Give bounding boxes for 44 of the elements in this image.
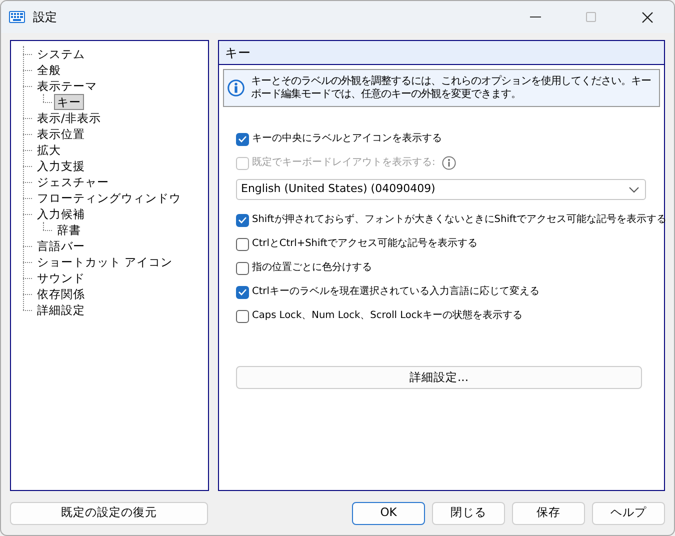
advanced-settings-button[interactable]: 詳細設定... — [236, 366, 642, 389]
tree-item[interactable]: フローティングウィンドウ — [34, 190, 184, 206]
dialog-button[interactable]: 保存 — [512, 502, 585, 524]
checkbox[interactable] — [236, 310, 249, 322]
minimize-icon — [530, 16, 540, 18]
tree-item[interactable]: システム — [34, 46, 88, 62]
tree-item[interactable]: 入力支援 — [34, 158, 88, 174]
checkbox[interactable] — [236, 286, 249, 298]
tree-item[interactable]: 拡大 — [34, 142, 64, 158]
checkbox-label: Ctrlキーのラベルを現在選択されている入力言語に応じて変える — [252, 284, 540, 299]
restore-defaults-button[interactable]: 既定の設定の復元 — [10, 502, 208, 524]
checkbox-label: キーの中央にラベルとアイコンを表示する — [252, 132, 442, 146]
checkbox[interactable] — [236, 132, 249, 146]
tree-item[interactable]: ジェスチャー — [34, 174, 112, 190]
tree-item[interactable]: 表示位置 — [34, 126, 88, 142]
maximize-icon — [586, 12, 596, 22]
panel-title: キー — [219, 41, 664, 65]
window-title: 設定 — [33, 9, 57, 26]
dialog-button[interactable]: 閉じる — [432, 502, 505, 524]
tree-item[interactable]: 辞書 — [54, 222, 84, 238]
tree-item[interactable]: 表示/非表示 — [34, 110, 104, 126]
tree-item[interactable]: ショートカット アイコン — [34, 254, 176, 270]
checkbox[interactable] — [236, 262, 249, 274]
checkbox[interactable] — [236, 238, 249, 250]
checkbox-label: 既定でキーボードレイアウトを表示する: — [252, 156, 436, 170]
dialog-button[interactable]: ヘルプ — [592, 502, 665, 524]
tree-item[interactable]: サウンド — [34, 270, 88, 286]
tree-item[interactable]: 詳細設定 — [34, 302, 88, 318]
layout-dropdown[interactable]: English (United States) (04090409) — [236, 179, 646, 200]
checkbox-label: 指の位置ごとに色分けする — [252, 260, 372, 275]
info-text: キーとそのラベルの外観を調整するには、これらのオプションを使用してください。キーボード編集モードでは、任意のキーの外観を変更できます。 — [251, 75, 652, 101]
tree-item[interactable]: 依存関係 — [34, 286, 88, 302]
tree-item[interactable]: 表示テーマ — [34, 78, 100, 94]
close-icon — [642, 12, 652, 22]
chevron-down-icon — [629, 186, 639, 192]
tree-item[interactable]: キー — [54, 94, 84, 110]
checkbox-label: CtrlとCtrl+Shiftでアクセス可能な記号を表示する — [252, 236, 478, 251]
tree-item[interactable]: 入力候補 — [34, 206, 88, 222]
tree-item[interactable]: 言語バー — [34, 238, 88, 254]
dialog-button[interactable]: OK — [352, 502, 425, 524]
checkbox[interactable] — [236, 214, 249, 226]
checkbox-label: Caps Lock、Num Lock、Scroll Lockキーの状態を表示する — [252, 308, 522, 323]
tree-item[interactable]: 全般 — [34, 62, 64, 78]
keyboard-icon — [9, 11, 25, 23]
